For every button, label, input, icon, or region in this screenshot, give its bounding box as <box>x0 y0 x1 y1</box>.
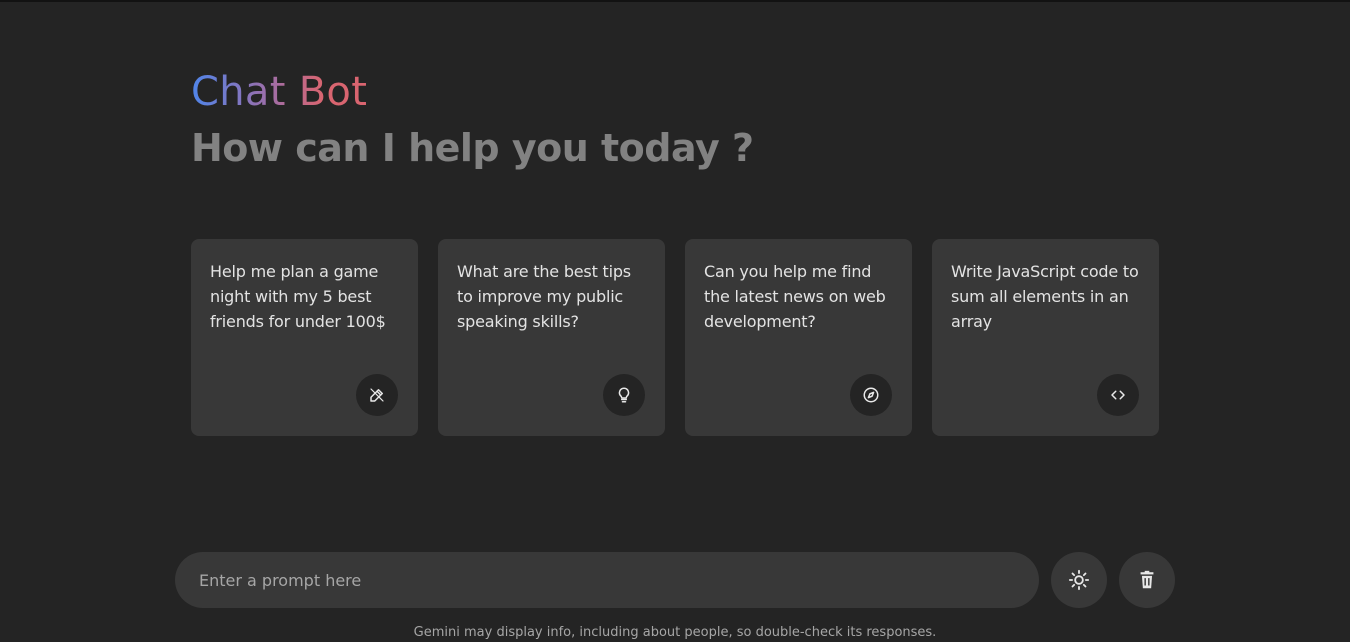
suggestion-card-javascript[interactable]: Write JavaScript code to sum all element… <box>932 239 1159 436</box>
suggestion-list: Help me plan a game night with my 5 best… <box>191 239 1159 436</box>
app-title: Chat Bot <box>191 69 368 115</box>
prompt-bar <box>175 552 1175 608</box>
prompt-input[interactable] <box>175 552 1039 608</box>
delete-chat-button[interactable] <box>1119 552 1175 608</box>
suggestion-text: Write JavaScript code to sum all element… <box>951 262 1139 331</box>
trash-icon <box>1140 570 1154 589</box>
greeting-header: Chat Bot How can I help you today ? <box>191 68 1171 172</box>
greeting-subtitle: How can I help you today ? <box>191 126 754 170</box>
code-icon <box>1097 374 1139 416</box>
suggestion-text: What are the best tips to improve my pub… <box>457 262 631 331</box>
theme-toggle-button[interactable] <box>1051 552 1107 608</box>
compass-icon <box>850 374 892 416</box>
suggestion-card-public-speaking[interactable]: What are the best tips to improve my pub… <box>438 239 665 436</box>
window-top-border <box>0 0 1350 2</box>
disclaimer-text: Gemini may display info, including about… <box>413 625 937 640</box>
sun-icon <box>1068 569 1090 591</box>
lightbulb-icon <box>603 374 645 416</box>
suggestion-card-web-news[interactable]: Can you help me find the latest news on … <box>685 239 912 436</box>
suggestion-text: Can you help me find the latest news on … <box>704 262 886 331</box>
draw-icon <box>356 374 398 416</box>
suggestion-card-game-night[interactable]: Help me plan a game night with my 5 best… <box>191 239 418 436</box>
suggestion-text: Help me plan a game night with my 5 best… <box>210 262 386 331</box>
